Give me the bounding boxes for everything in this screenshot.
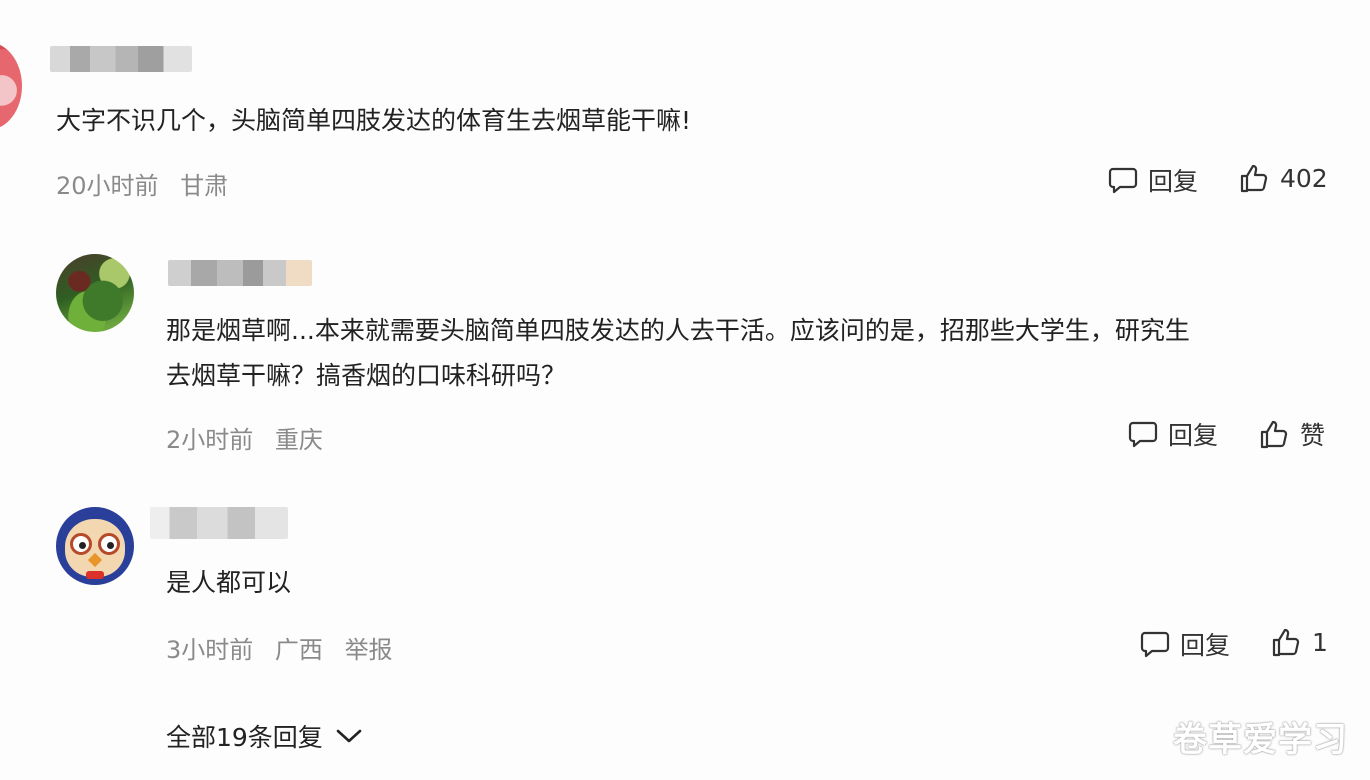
comment-text: 大字不识几个，头脑简单四肢发达的体育生去烟草能干嘛! (56, 106, 692, 135)
comment-text-line: 去烟草干嘛？搞香烟的口味科研吗？ (166, 361, 567, 390)
comment-text-line: 那是烟草啊...本来就需要头脑简单四肢发达的人去干活。应该问的是，招那些大学生，… (166, 316, 1190, 345)
comment-text: 那是烟草啊...本来就需要头脑简单四肢发达的人去干活。应该问的是，招那些大学生，… (166, 308, 1190, 398)
reply-button[interactable]: 回复 (1140, 626, 1230, 662)
username-blurred[interactable] (168, 260, 312, 286)
report-link[interactable]: 举报 (345, 636, 393, 664)
comment-time: 20小时前 (56, 172, 159, 200)
reply-label: 回复 (1180, 631, 1231, 660)
reply-label: 回复 (1148, 167, 1199, 196)
reply-label: 回复 (1168, 421, 1219, 450)
comment-meta: 3小时前 广西 举报 (166, 630, 407, 665)
reply-button[interactable]: 回复 (1128, 416, 1218, 452)
like-button[interactable]: 402 (1238, 162, 1328, 194)
comment-meta: 2小时前 重庆 (166, 420, 337, 455)
like-count: 1 (1312, 627, 1328, 657)
avatar[interactable] (0, 42, 22, 130)
avatar[interactable] (56, 507, 134, 585)
reply-button[interactable]: 回复 (1108, 162, 1198, 198)
avatar[interactable] (56, 254, 134, 332)
expand-replies-button[interactable]: 全部19条回复 (166, 718, 363, 754)
like-button[interactable]: 1 (1270, 626, 1328, 658)
comment-location: 甘肃 (180, 172, 229, 200)
comment-meta: 20小时前 甘肃 (56, 166, 242, 201)
comment-icon (1140, 629, 1180, 659)
comment-time: 3小时前 (166, 636, 254, 664)
expand-replies-label: 全部19条回复 (166, 723, 323, 752)
like-label: 赞 (1300, 421, 1326, 450)
username-blurred[interactable] (150, 507, 288, 539)
chevron-down-icon (335, 726, 363, 746)
like-count: 402 (1280, 163, 1328, 193)
comment-location: 重庆 (274, 426, 323, 454)
thumbs-up-icon (1238, 162, 1280, 194)
comment-time: 2小时前 (166, 426, 254, 454)
comment-text: 是人都可以 (166, 568, 292, 597)
watermark: 卷草爱学习 (1173, 720, 1348, 760)
thumbs-up-icon (1258, 418, 1300, 450)
thumbs-up-icon (1270, 626, 1312, 658)
comment-location: 广西 (274, 636, 323, 664)
like-button[interactable]: 赞 (1258, 416, 1325, 452)
comment-icon (1128, 419, 1168, 449)
username-blurred[interactable] (50, 46, 192, 72)
comment-icon (1108, 165, 1148, 195)
